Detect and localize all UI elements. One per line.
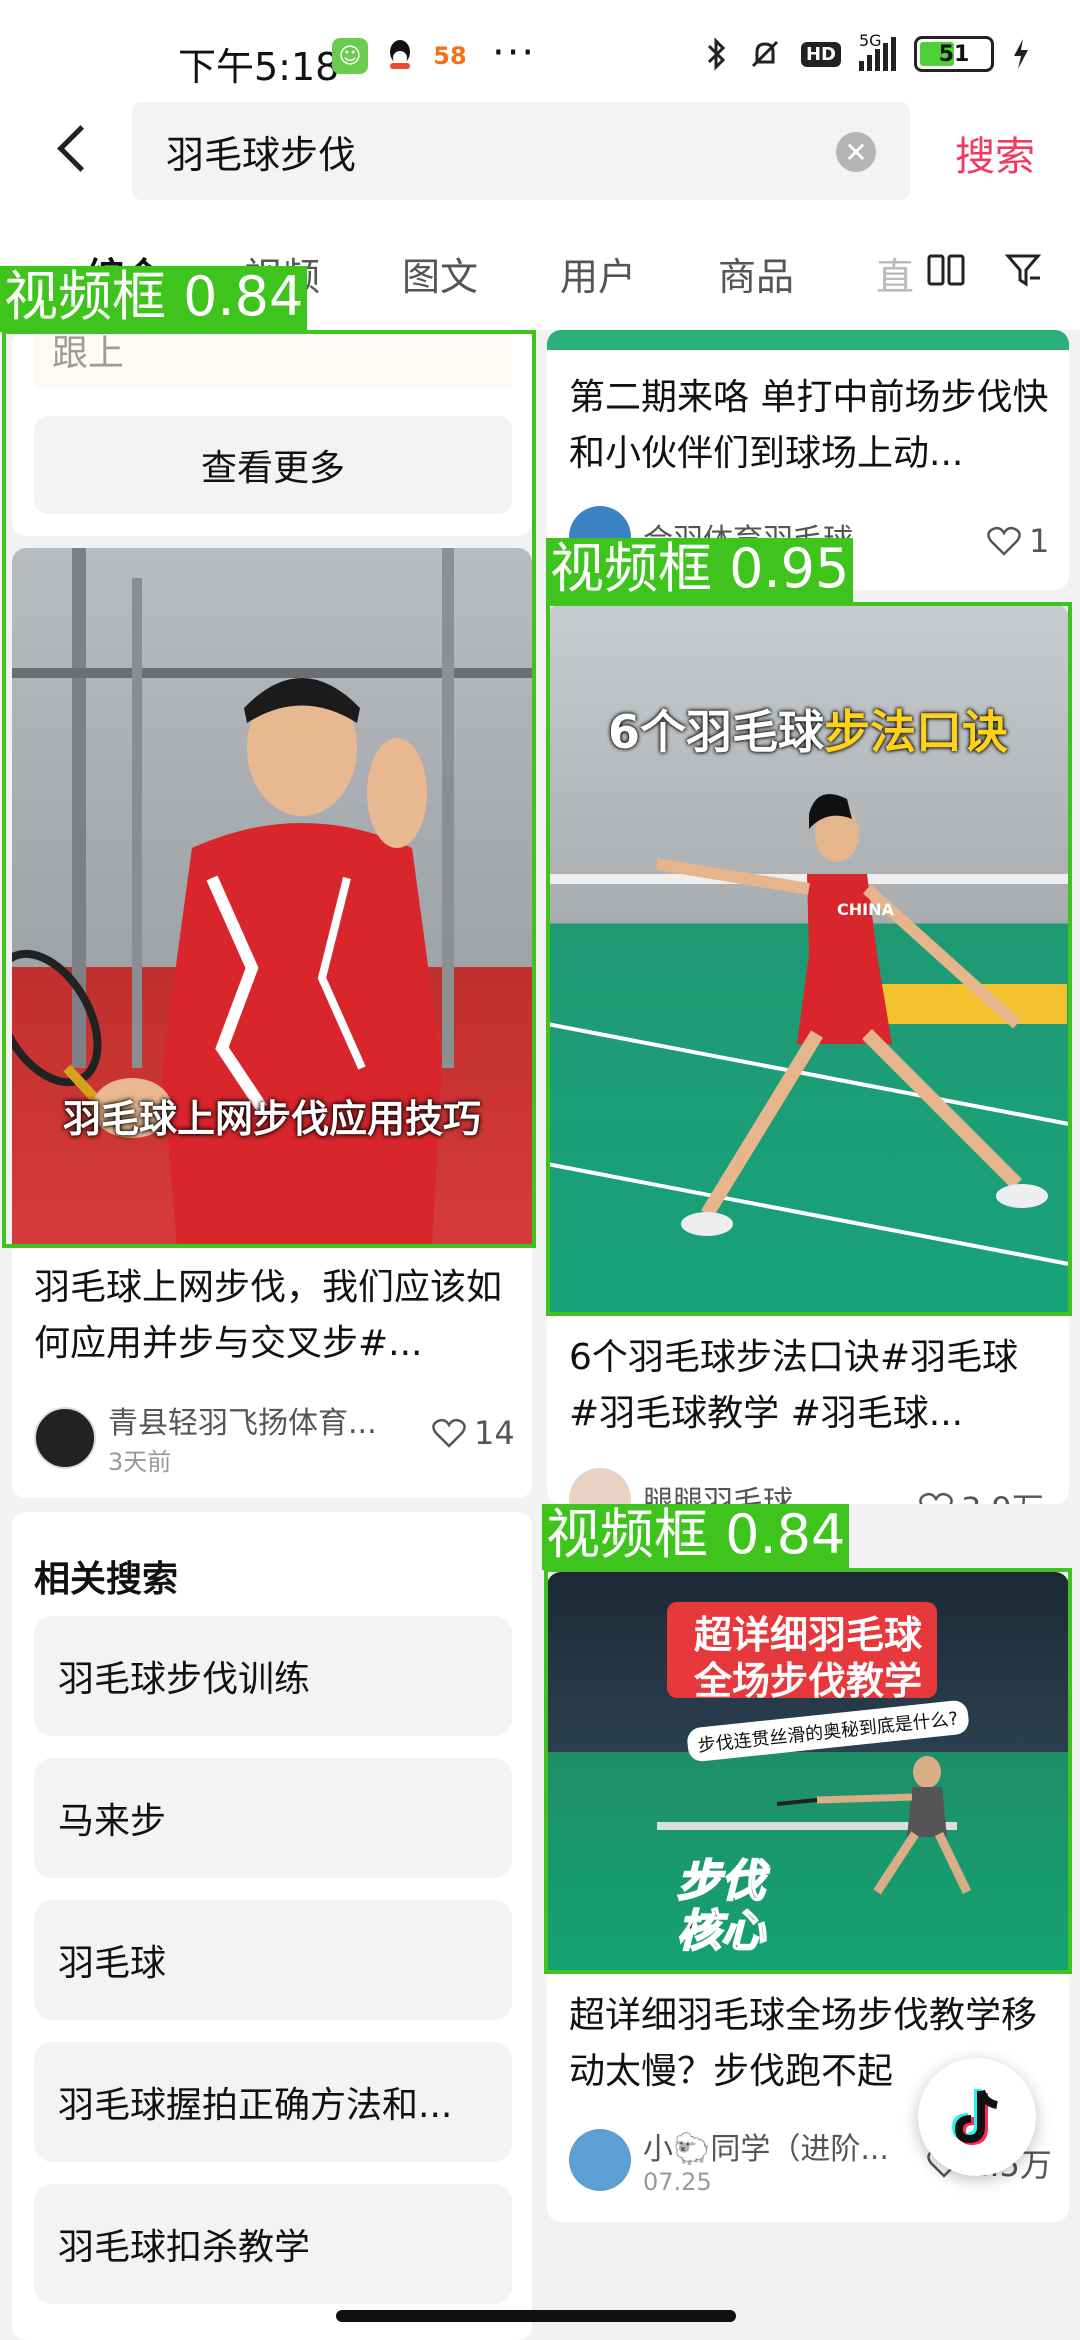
- post-time: 3天前: [108, 1448, 172, 1476]
- douyin-float-button[interactable]: [918, 2058, 1036, 2176]
- like-button[interactable]: 14: [432, 1414, 515, 1452]
- mute-icon: [751, 40, 779, 68]
- network-type: 5G: [859, 31, 882, 50]
- like-button[interactable]: 1: [987, 522, 1049, 560]
- related-search-item[interactable]: 羽毛球扣杀教学: [34, 2184, 512, 2304]
- heart-icon: [987, 526, 1021, 556]
- related-search-item[interactable]: 羽毛球: [34, 1900, 512, 2020]
- see-more-button[interactable]: 查看更多: [34, 416, 512, 514]
- video-thumbnail[interactable]: 6个羽毛球步法口诀 CHINA: [547, 604, 1069, 1314]
- video-overlay-text: 羽毛球上网步伐应用技巧: [62, 1097, 481, 1141]
- tab-users[interactable]: 用户: [560, 246, 636, 301]
- status-bar: 下午5:18 ☺ 58 ··· HD 5G 51: [0, 0, 1080, 100]
- related-search-item[interactable]: 羽毛球握拍正确方法和...: [34, 2042, 512, 2162]
- like-count: 14: [474, 1414, 515, 1452]
- author-avatar[interactable]: [569, 2129, 631, 2191]
- qq-icon: [382, 38, 418, 74]
- player-illustration: [657, 1756, 972, 1895]
- overlay-yellow-text: 步法口诀: [824, 705, 1008, 759]
- heart-icon: [919, 1492, 953, 1504]
- hd-icon: HD: [800, 41, 841, 67]
- post-time: 07.25: [643, 2168, 712, 2196]
- detection-label: 视频框 0.84: [0, 266, 308, 332]
- app-notification-icon: ☺: [332, 38, 368, 74]
- bluetooth-icon: [707, 37, 726, 71]
- status-time: 下午5:18: [178, 45, 340, 89]
- tab-products[interactable]: 商品: [718, 246, 794, 301]
- author-avatar[interactable]: [34, 1406, 96, 1469]
- overlay-white-text: 6个羽毛球: [607, 705, 824, 759]
- layout-toggle-icon[interactable]: [926, 250, 966, 290]
- video-thumbnail[interactable]: 羽毛球上网步伐应用技巧: [12, 548, 532, 1246]
- author-row[interactable]: 小🐑同学（进阶... 07.25: [569, 2124, 889, 2196]
- author-row[interactable]: 腿腿羽毛球: [569, 1468, 793, 1504]
- author-name[interactable]: 小🐑同学（进阶...: [643, 2124, 889, 2168]
- douyin-icon: [951, 2089, 998, 2146]
- detection-label: 视频框 0.84: [542, 1504, 850, 1570]
- 58-app-icon: 58: [433, 42, 467, 70]
- card-title[interactable]: 第二期来咯 单打中前场步伐快和小伙伴们到球场上动...: [569, 370, 1049, 482]
- back-icon[interactable]: [44, 120, 104, 180]
- home-indicator[interactable]: [336, 2310, 736, 2322]
- battery-icon: 51: [914, 36, 994, 72]
- partial-strip: [34, 330, 512, 390]
- detection-label: 视频框 0.95: [546, 538, 854, 604]
- author-name[interactable]: 青县轻羽飞扬体育...: [108, 1398, 377, 1442]
- jersey-text: CHINA: [837, 900, 894, 919]
- search-button[interactable]: 搜索: [955, 124, 1035, 182]
- video-thumbnail[interactable]: 超详细羽毛球 全场步伐教学 步伐连贯丝滑的奥秘到底是什么? 步伐核心: [547, 1572, 1069, 1972]
- related-search-title: 相关搜索: [34, 1559, 179, 1600]
- battery-level: 51: [938, 41, 970, 67]
- tab-image-text[interactable]: 图文: [402, 246, 478, 301]
- thumbnail-edge: [547, 330, 1069, 350]
- like-count: 3.9万: [961, 1484, 1044, 1504]
- like-count: 1: [1029, 522, 1050, 560]
- related-search-item[interactable]: 马来步: [34, 1758, 512, 1878]
- video-overlay-title: 6个羽毛球步法口诀: [547, 696, 1069, 762]
- right-card-2[interactable]: 6个羽毛球步法口诀 CHINA 6个羽毛球步法口诀#羽毛球 #羽毛球教学 #羽毛…: [547, 604, 1069, 1504]
- signal-icon: 5G: [859, 31, 896, 71]
- search-header: ✕ 搜索: [0, 100, 1080, 210]
- related-search-item[interactable]: 羽毛球步伐训练: [34, 1616, 512, 1736]
- charging-icon: [1014, 39, 1028, 69]
- video-title[interactable]: 羽毛球上网步伐，我们应该如何应用并步与交叉步#...: [34, 1260, 514, 1372]
- card-title[interactable]: 6个羽毛球步法口诀#羽毛球 #羽毛球教学 #羽毛球...: [569, 1330, 1049, 1442]
- tab-live[interactable]: 直: [876, 246, 914, 301]
- author-row[interactable]: 青县轻羽飞扬体育... 3天前: [34, 1398, 384, 1477]
- more-notifications-icon: ···: [492, 30, 537, 76]
- corner-text: 步伐核心: [676, 1856, 766, 1958]
- author-name[interactable]: 腿腿羽毛球: [643, 1477, 793, 1504]
- clear-search-icon[interactable]: ✕: [836, 132, 876, 172]
- search-box[interactable]: ✕: [132, 102, 910, 200]
- left-video-card[interactable]: 羽毛球上网步伐应用技巧 羽毛球上网步伐，我们应该如何应用并步与交叉步#... 青…: [12, 548, 532, 1498]
- like-button[interactable]: 3.9万: [919, 1484, 1044, 1504]
- heart-icon: [432, 1418, 466, 1448]
- author-avatar[interactable]: [569, 1468, 631, 1504]
- filter-icon[interactable]: [1004, 250, 1044, 290]
- search-input[interactable]: [166, 102, 786, 200]
